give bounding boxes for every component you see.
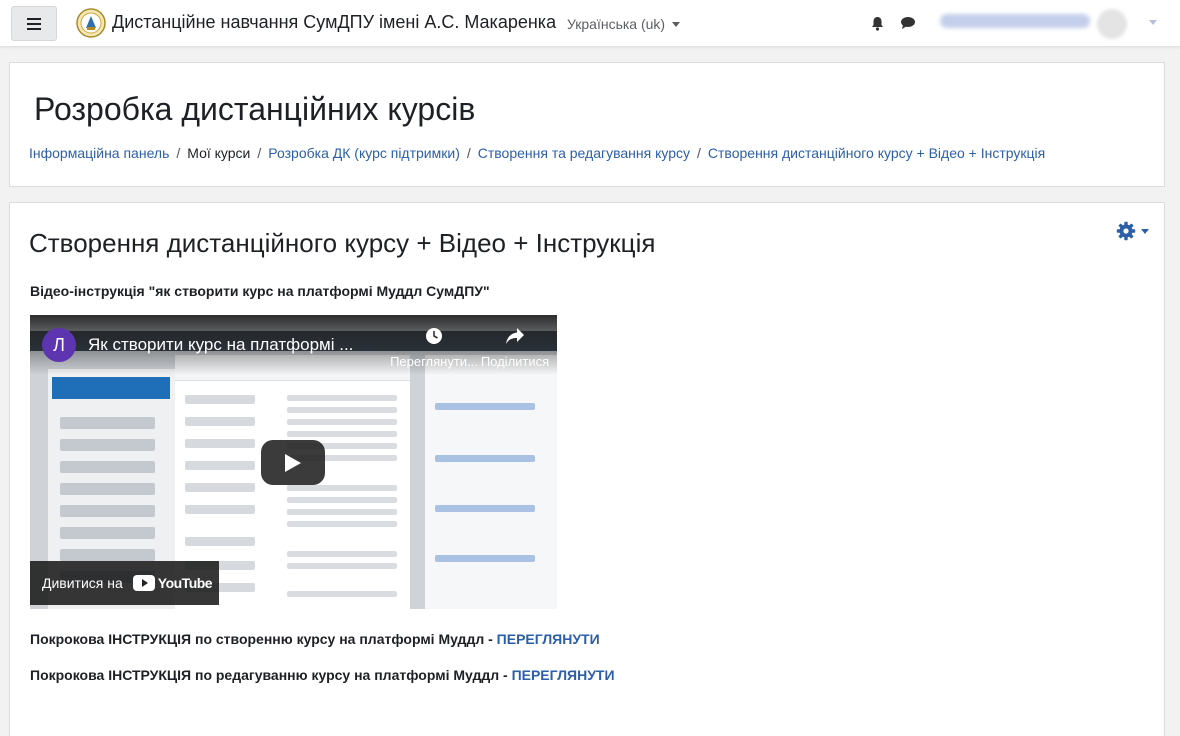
channel-avatar[interactable]: Л [42, 328, 76, 362]
hamburger-icon [27, 17, 41, 30]
instruction-create-text: Покрокова ІНСТРУКЦІЯ по створенню курсу … [30, 631, 497, 647]
breadcrumb-my-courses: Мої курси [187, 145, 251, 161]
chevron-down-icon [672, 22, 681, 27]
chevron-down-icon[interactable] [1149, 20, 1157, 25]
instruction-create-link[interactable]: ПЕРЕГЛЯНУТИ [497, 631, 600, 647]
top-navbar: Дистанційне навчання СумДПУ імені А.С. М… [0, 0, 1180, 47]
site-name[interactable]: Дистанційне навчання СумДПУ імені А.С. М… [112, 12, 556, 33]
page-actions-menu[interactable] [1116, 221, 1149, 241]
share-label: Поділитися [480, 354, 550, 369]
clock-icon [426, 328, 442, 344]
bell-icon[interactable] [870, 16, 885, 31]
breadcrumb-course[interactable]: Розробка ДК (курс підтримки) [268, 145, 460, 161]
gear-icon [1116, 221, 1136, 241]
page-title: Розробка дистанційних курсів [34, 91, 476, 127]
instruction-edit-link[interactable]: ПЕРЕГЛЯНУТИ [512, 667, 615, 683]
watch-on-youtube-button[interactable]: Дивитися на YouTube [30, 561, 219, 605]
chat-icon[interactable] [900, 16, 916, 30]
share-arrow-icon [506, 328, 524, 344]
menu-toggle-button[interactable] [11, 6, 57, 41]
instruction-edit-text: Покрокова ІНСТРУКЦІЯ по редагуванню курс… [30, 667, 512, 683]
avatar[interactable] [1097, 9, 1127, 39]
youtube-wordmark: YouTube [157, 575, 213, 591]
activity-title: Створення дистанційного курсу + Відео + … [29, 228, 656, 258]
play-button[interactable] [261, 440, 325, 485]
language-label: Українська (uk) [567, 16, 666, 32]
language-selector[interactable]: Українська (uk) [567, 16, 681, 32]
page-header: Розробка дистанційних курсів Інформаційн… [9, 62, 1165, 187]
instruction-create: Покрокова ІНСТРУКЦІЯ по створенню курсу … [30, 631, 600, 647]
university-logo[interactable] [76, 8, 106, 38]
user-name-blurred[interactable] [940, 14, 1090, 28]
share-button[interactable]: Поділитися [460, 327, 557, 369]
breadcrumb-section[interactable]: Створення та редагування курсу [478, 145, 690, 161]
video-embed[interactable]: Л Як створити курс на платформі ... Пере… [30, 315, 557, 609]
breadcrumb: Інформаційна панель / Мої курси / Розроб… [29, 145, 1046, 161]
chevron-down-icon [1141, 228, 1149, 234]
watch-on-label: Дивитися на [42, 575, 123, 591]
video-title[interactable]: Як створити курс на платформі ... [88, 335, 353, 355]
breadcrumb-dashboard[interactable]: Інформаційна панель [29, 145, 169, 161]
play-icon [285, 453, 301, 472]
instruction-edit: Покрокова ІНСТРУКЦІЯ по редагуванню курс… [30, 667, 615, 683]
main-content: Створення дистанційного курсу + Відео + … [9, 202, 1165, 736]
breadcrumb-current-page[interactable]: Створення дистанційного курсу + Відео + … [708, 145, 1045, 161]
youtube-logo-icon [132, 575, 155, 591]
video-heading: Відео-інструкція "як створити курс на пл… [30, 283, 490, 299]
video-thumbnail-right-panel [425, 355, 557, 609]
